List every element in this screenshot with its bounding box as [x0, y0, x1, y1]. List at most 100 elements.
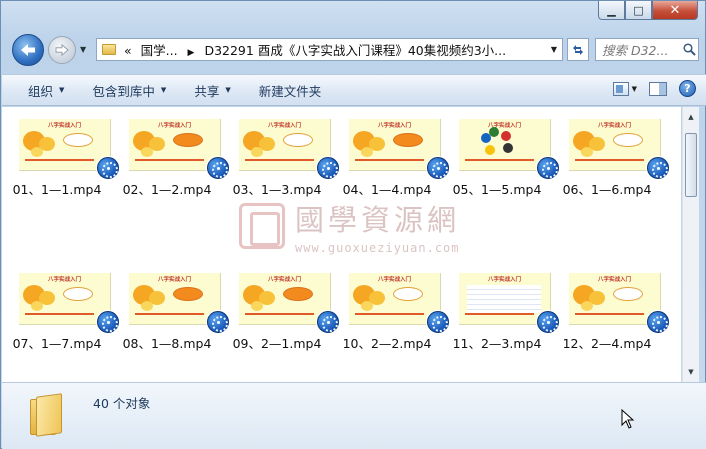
refresh-button[interactable]	[567, 38, 589, 61]
caption-buttons: ▁ □ ✕	[598, 1, 698, 21]
item-count: 40 个对象	[93, 396, 151, 411]
video-thumbnail: 八字实战入门	[129, 119, 229, 179]
folder-icon	[102, 44, 116, 55]
scroll-up-icon[interactable]: ▲	[683, 109, 699, 125]
forward-button[interactable]	[48, 36, 76, 64]
folder-icon	[30, 391, 64, 437]
explorer-window: ▁ □ ✕ ▼ « 国学... ▶ D32291 酉成《八字实战入门课程》40集…	[0, 0, 706, 449]
file-name: 07、1—7.mp4	[12, 336, 102, 351]
file-item[interactable]: 八字实战入门 04、1—4.mp4	[332, 107, 449, 197]
file-item[interactable]: 八字实战入门 07、1—7.mp4	[2, 261, 119, 351]
file-item[interactable]: 八字实战入门 01、1—1.mp4	[2, 107, 119, 197]
file-name: 11、2—3.mp4	[452, 336, 542, 351]
details-pane: 40 个对象	[2, 382, 706, 449]
video-thumbnail: 八字实战入门	[459, 119, 559, 179]
scroll-down-icon[interactable]: ▼	[683, 364, 699, 380]
file-name: 10、2—2.mp4	[342, 336, 432, 351]
watermark-url: www.guoxueziyuan.com	[295, 241, 460, 255]
file-item[interactable]: 八字实战入门 11、2—3.mp4	[442, 261, 559, 351]
thumbnail-title: 八字实战入门	[377, 277, 411, 283]
video-thumbnail: 八字实战入门	[569, 119, 669, 179]
chevron-right-icon[interactable]: ▶	[188, 48, 195, 58]
file-name: 05、1—5.mp4	[452, 182, 542, 197]
address-bar[interactable]: « 国学... ▶ D32291 酉成《八字实战入门课程》40集视频约3小...…	[96, 38, 563, 61]
file-item[interactable]: 八字实战入门 10、2—2.mp4	[332, 261, 449, 351]
file-name: 04、1—4.mp4	[342, 182, 432, 197]
include-in-library-menu[interactable]: 包含到库中 ▼	[78, 75, 180, 105]
file-item[interactable]: 八字实战入门 06、1—6.mp4	[552, 107, 669, 197]
forward-arrow-icon	[55, 44, 69, 56]
thumbnail-title: 八字实战入门	[47, 277, 81, 283]
file-item[interactable]: 八字实战入门 02、1—2.mp4	[112, 107, 229, 197]
thumbnail-title: 八字实战入门	[487, 277, 521, 283]
maximize-button[interactable]: □	[625, 1, 652, 20]
vertical-scrollbar[interactable]: ▲ ▼	[682, 107, 699, 382]
scroll-thumb[interactable]	[685, 133, 697, 197]
back-button[interactable]	[12, 34, 44, 66]
video-thumbnail: 八字实战入门	[349, 119, 449, 179]
file-item[interactable]: 八字实战入门 05、1—5.mp4	[442, 107, 559, 197]
search-box[interactable]: 搜索 D32...	[595, 38, 699, 61]
navigation-bar: ▼ « 国学... ▶ D32291 酉成《八字实战入门课程》40集视频约3小.…	[1, 29, 706, 69]
breadcrumb-segment[interactable]: 国学...	[141, 43, 178, 58]
help-icon[interactable]: ?	[679, 80, 696, 97]
organize-menu[interactable]: 组织 ▼	[2, 75, 78, 105]
video-thumbnail: 八字实战入门	[239, 119, 339, 179]
minimize-button[interactable]: ▁	[598, 1, 625, 20]
thumbnail-title: 八字实战入门	[597, 277, 631, 283]
search-input[interactable]: 搜索 D32...	[602, 40, 680, 59]
dropdown-arrow-icon: ▼	[631, 84, 637, 93]
file-name: 12、2—4.mp4	[562, 336, 652, 351]
video-thumbnail: 八字实战入门	[239, 273, 339, 333]
new-folder-button[interactable]: 新建文件夹	[245, 75, 336, 105]
video-thumbnail: 八字实战入门	[459, 273, 559, 333]
organize-label: 组织	[28, 83, 54, 99]
file-name: 06、1—6.mp4	[562, 182, 652, 197]
file-name: 02、1—2.mp4	[122, 182, 212, 197]
thumbnail-title: 八字实战入门	[267, 277, 301, 283]
video-thumbnail: 八字实战入门	[19, 119, 119, 179]
thumbnail-title: 八字实战入门	[267, 123, 301, 129]
file-item[interactable]: 八字实战入门 09、2—1.mp4	[222, 261, 339, 351]
thumbnail-title: 八字实战入门	[157, 123, 191, 129]
dropdown-arrow-icon: ▼	[160, 86, 167, 94]
address-overflow[interactable]: «	[124, 43, 132, 58]
view-controls: ▼ ?	[612, 80, 696, 97]
thumbnail-title: 八字实战入门	[47, 123, 81, 129]
mouse-cursor-icon	[621, 409, 635, 429]
close-button[interactable]: ✕	[652, 1, 698, 20]
address-dropdown[interactable]: ▼	[546, 45, 562, 54]
watermark-title: 國學資源網	[295, 203, 461, 237]
watermark: 國學資源網 www.guoxueziyuan.com	[239, 197, 460, 255]
video-thumbnail: 八字实战入门	[19, 273, 119, 333]
seal-logo	[239, 203, 285, 249]
share-label: 共享	[194, 83, 220, 99]
new-folder-label: 新建文件夹	[258, 83, 322, 99]
file-name: 08、1—8.mp4	[122, 336, 212, 351]
thumbnail-title: 八字实战入门	[377, 123, 411, 129]
media-player-icon	[647, 157, 669, 179]
file-name: 09、2—1.mp4	[232, 336, 322, 351]
dropdown-arrow-icon: ▼	[225, 86, 231, 94]
dropdown-arrow-icon: ▼	[59, 86, 65, 94]
search-icon[interactable]	[680, 43, 698, 56]
thumbnail-title: 八字实战入门	[487, 123, 521, 129]
file-item[interactable]: 八字实战入门 12、2—4.mp4	[552, 261, 669, 351]
address-path: « 国学... ▶ D32291 酉成《八字实战入门课程》40集视频约3小...	[124, 40, 546, 59]
change-view-button[interactable]: ▼	[612, 81, 637, 96]
thumbnail-title: 八字实战入门	[157, 277, 191, 283]
recent-pages-dropdown[interactable]: ▼	[80, 45, 86, 54]
file-item[interactable]: 八字实战入门 08、1—8.mp4	[112, 261, 229, 351]
file-item[interactable]: 八字实战入门 03、1—3.mp4	[222, 107, 339, 197]
refresh-icon	[573, 44, 583, 55]
command-bar: 组织 ▼ 包含到库中 ▼ 共享 ▼ 新建文件夹 ▼ ?	[2, 74, 706, 106]
back-arrow-icon	[21, 44, 35, 56]
media-player-icon	[647, 311, 669, 333]
preview-pane-icon[interactable]	[649, 81, 667, 96]
share-menu[interactable]: 共享 ▼	[180, 75, 244, 105]
breadcrumb-segment-current[interactable]: D32291 酉成《八字实战入门课程》40集视频约3小...	[204, 43, 506, 58]
file-name: 01、1—1.mp4	[12, 182, 102, 197]
thumbnail-title: 八字实战入门	[597, 123, 631, 129]
video-thumbnail: 八字实战入门	[129, 273, 229, 333]
view-icon	[612, 81, 629, 96]
